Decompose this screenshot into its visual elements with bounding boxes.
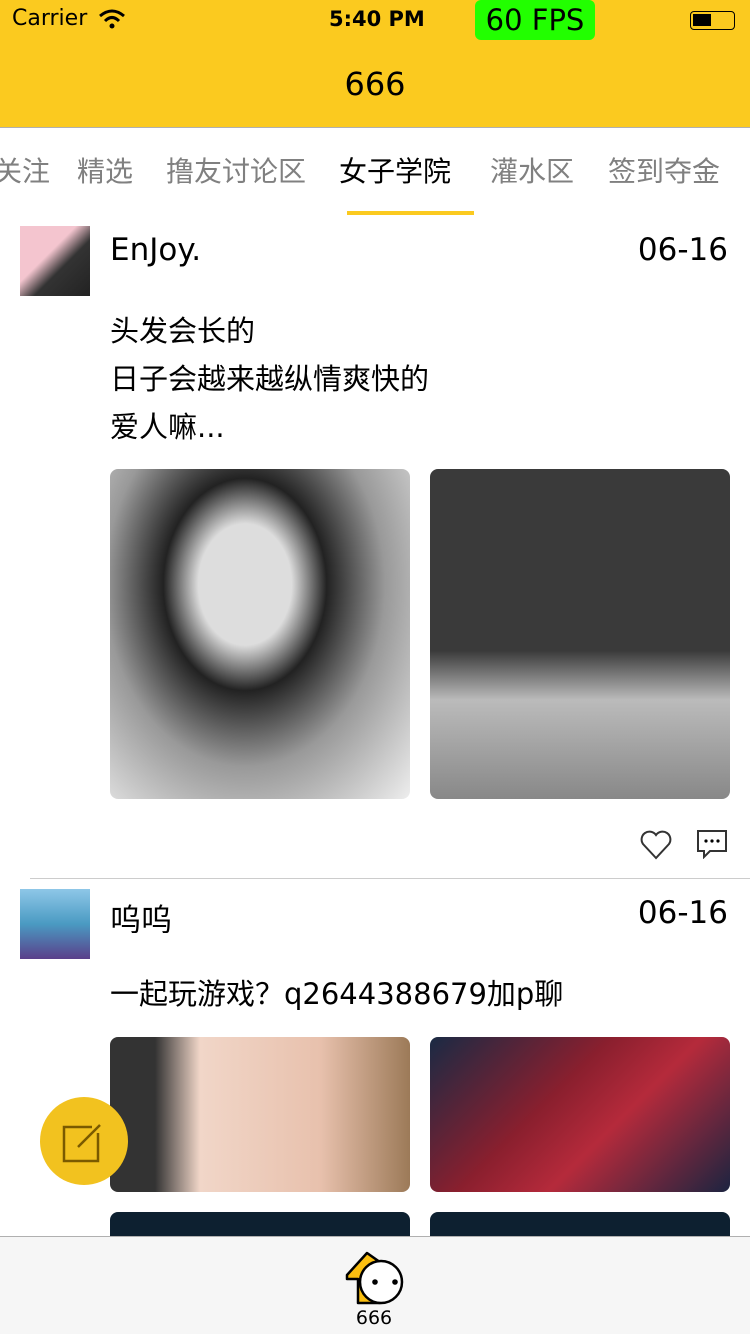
status-bar: Carrier 5:40 PM 60 FPS (0, 0, 750, 40)
tab-discussion[interactable]: 撸友讨论区 (166, 150, 306, 190)
post-author[interactable]: 呜呜 (110, 895, 172, 940)
post-image[interactable] (110, 1037, 410, 1192)
post-line: 爱人嘛... (110, 410, 225, 444)
post-image[interactable] (430, 1037, 730, 1192)
wifi-icon (99, 9, 125, 29)
post-text: 一起玩游戏？q2644388679加p聊 (110, 977, 564, 1011)
divider (30, 878, 750, 879)
post-image[interactable] (110, 469, 410, 799)
post-date: 06-16 (637, 895, 728, 931)
post-line: 日子会越来越纵情爽快的 (110, 362, 430, 396)
post-author[interactable]: EnJoy. (110, 232, 201, 268)
avatar[interactable] (20, 889, 90, 959)
carrier-label: Carrier (12, 6, 88, 31)
compose-icon (62, 1124, 101, 1163)
tab-featured[interactable]: 精选 (77, 150, 133, 190)
post-date: 06-16 (637, 232, 728, 268)
compose-button[interactable] (40, 1097, 128, 1185)
home-mascot-icon (345, 1251, 404, 1305)
tab-bar-label: 666 (355, 1307, 393, 1329)
post-line: 头发会长的 (110, 314, 256, 348)
fps-badge: 60 FPS (475, 0, 595, 40)
tab-follow[interactable]: 关注 (0, 150, 50, 190)
tab-girls-academy[interactable]: 女子学院 (339, 150, 451, 190)
like-heart-icon[interactable] (640, 830, 672, 860)
page-title: 666 (344, 65, 406, 103)
comment-icon[interactable] (696, 829, 728, 859)
tab-water[interactable]: 灌水区 (490, 150, 574, 190)
post-text: 头发会长的 日子会越来越纵情爽快的 爱人嘛... (110, 307, 429, 451)
tab-checkin[interactable]: 签到夺金 (608, 150, 720, 190)
clock: 5:40 PM (329, 7, 425, 31)
battery-icon (690, 11, 735, 30)
post-image[interactable] (430, 469, 730, 799)
avatar[interactable] (20, 226, 90, 296)
tab-indicator (347, 211, 474, 215)
tab-bar: 666 (0, 1236, 750, 1334)
nav-bar: 666 (0, 40, 750, 128)
tab-bar-item-home[interactable]: 666 (340, 1243, 410, 1335)
